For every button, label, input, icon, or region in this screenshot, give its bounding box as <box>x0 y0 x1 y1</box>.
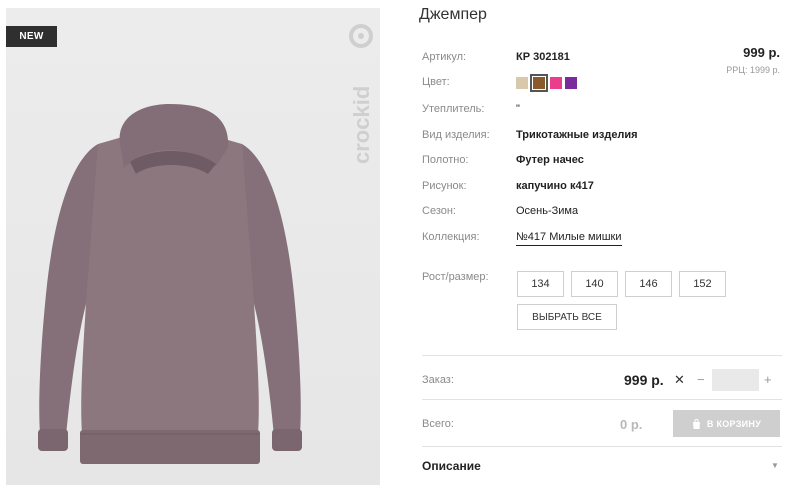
quantity-input[interactable] <box>712 369 759 391</box>
type-value: Трикотажные изделия <box>516 129 638 141</box>
product-photo[interactable]: NEW crockid <box>6 8 380 485</box>
multiply-icon: ✕ <box>674 372 685 387</box>
select-all-button[interactable]: ВЫБРАТЬ ВСЕ <box>517 304 617 330</box>
bag-icon <box>692 418 700 429</box>
insulation-value: " <box>516 103 520 115</box>
color-label: Цвет: <box>422 76 450 88</box>
product-title: Джемпер <box>419 6 487 23</box>
fabric-label: Полотно: <box>422 154 469 166</box>
new-badge: NEW <box>6 26 57 47</box>
order-label: Заказ: <box>422 374 454 386</box>
color-swatch-purple[interactable] <box>565 77 577 89</box>
type-label: Вид изделия: <box>422 129 490 141</box>
decrease-quantity-button[interactable]: − <box>697 372 705 387</box>
size-options: 134 140 146 152 <box>517 271 726 297</box>
crockid-logo: crockid <box>346 18 376 168</box>
total-label: Всего: <box>422 418 454 430</box>
size-button-134[interactable]: 134 <box>517 271 564 297</box>
size-button-146[interactable]: 146 <box>625 271 672 297</box>
hoodie-image <box>38 104 302 464</box>
size-label: Рост/размер: <box>422 271 489 283</box>
svg-text:crockid: crockid <box>349 86 374 164</box>
size-button-152[interactable]: 152 <box>679 271 726 297</box>
color-swatch-beige[interactable] <box>516 77 528 89</box>
size-button-140[interactable]: 140 <box>571 271 618 297</box>
pattern-label: Рисунок: <box>422 180 467 192</box>
divider <box>422 446 782 447</box>
product-price: 999 р. <box>743 45 780 60</box>
description-toggle[interactable]: Описание <box>422 459 481 473</box>
order-price: 999 р. <box>624 372 664 388</box>
fabric-value: Футер начес <box>516 154 584 166</box>
color-swatch-pink[interactable] <box>550 77 562 89</box>
color-swatch-brown[interactable] <box>530 74 548 92</box>
divider <box>422 399 782 400</box>
color-swatches <box>516 74 577 92</box>
article-label: Артикул: <box>422 51 467 63</box>
chevron-down-icon[interactable]: ▼ <box>771 461 779 470</box>
add-to-cart-label: В КОРЗИНУ <box>706 418 762 429</box>
season-label: Сезон: <box>422 205 456 217</box>
article-value: КР 302181 <box>516 51 570 63</box>
collection-link[interactable]: №417 Милые мишки <box>516 231 622 246</box>
add-to-cart-button[interactable]: В КОРЗИНУ <box>673 410 780 437</box>
pattern-value: капучино к417 <box>516 180 594 192</box>
total-price: 0 р. <box>620 417 643 432</box>
season-value: Осень-Зима <box>516 205 579 217</box>
collection-label: Коллекция: <box>422 231 480 243</box>
insulation-label: Утеплитель: <box>422 103 485 115</box>
rrp-price: РРЦ: 1999 р. <box>726 65 780 75</box>
divider <box>422 355 782 356</box>
increase-quantity-button[interactable]: + <box>764 372 772 387</box>
